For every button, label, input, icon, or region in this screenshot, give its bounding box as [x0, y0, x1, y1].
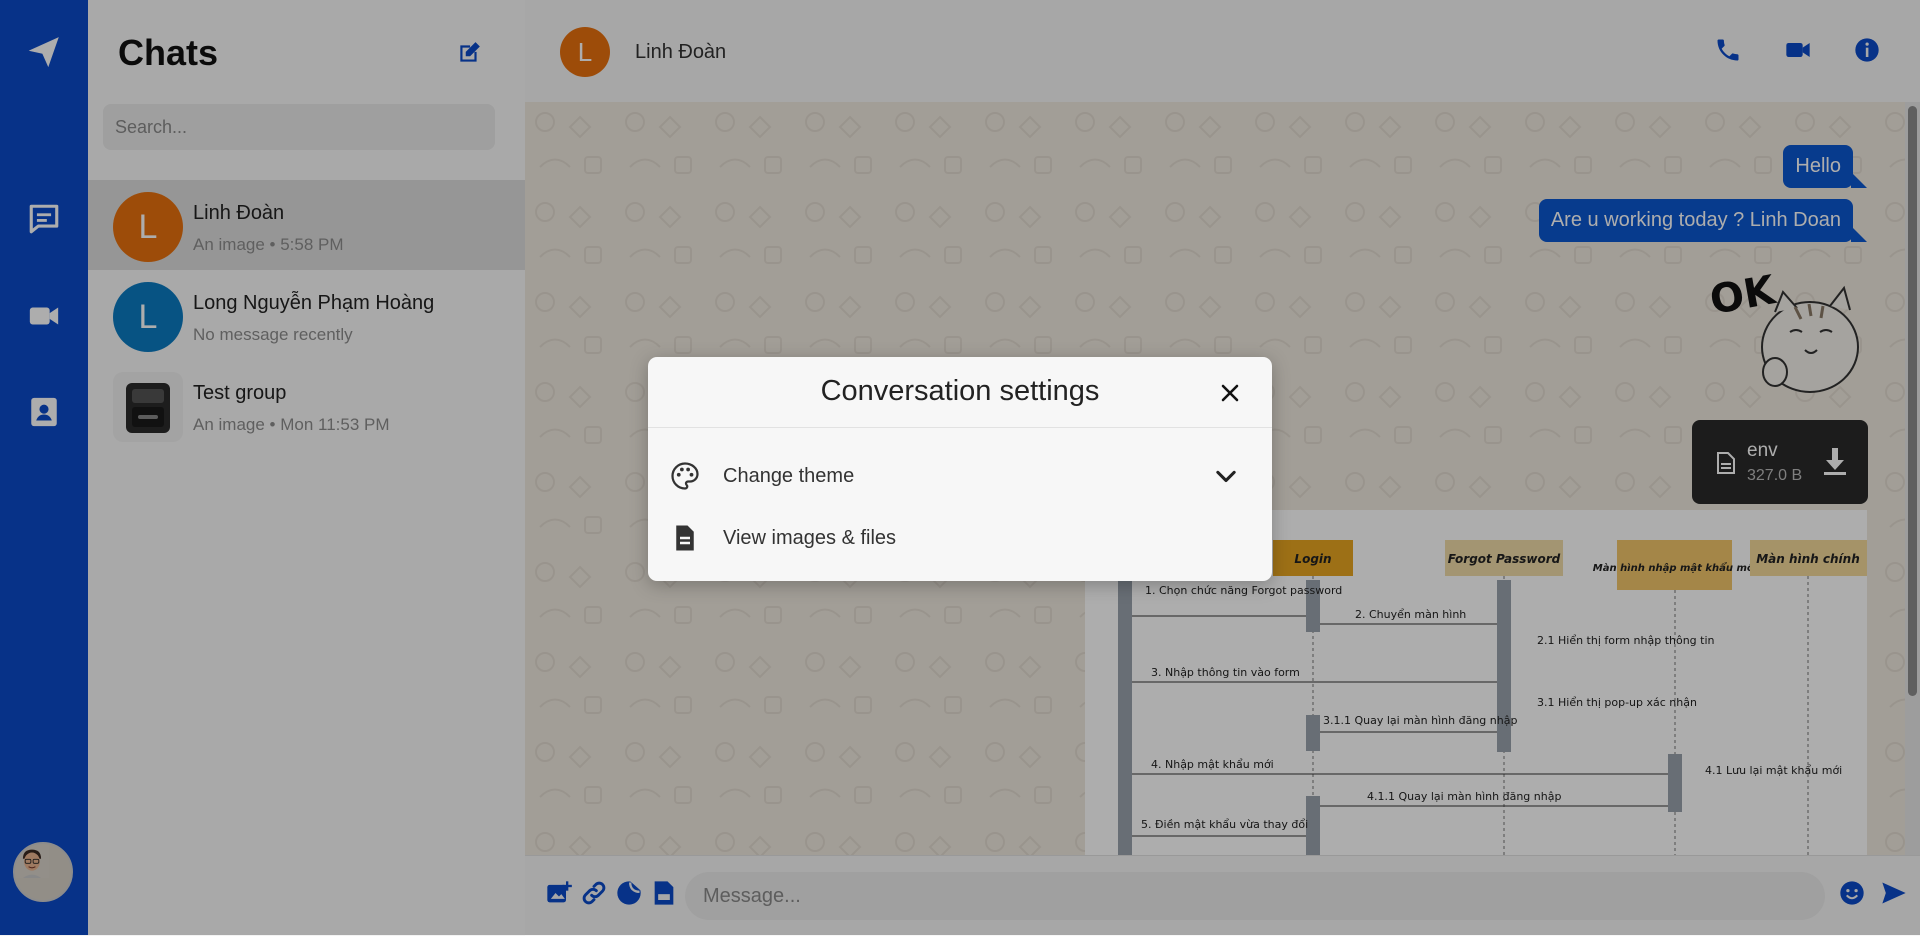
- modal-divider: [648, 427, 1272, 428]
- change-theme-option[interactable]: Change theme: [670, 453, 1250, 497]
- view-images-files-option[interactable]: View images & files: [670, 515, 1250, 559]
- view-images-files-label: View images & files: [723, 527, 897, 549]
- conversation-settings-modal: Conversation settings Change theme View …: [648, 357, 1272, 581]
- document-icon: [676, 525, 694, 551]
- change-theme-label: Change theme: [723, 465, 855, 487]
- app-root: Chats L Linh Đoàn An image • 5:58 PM L L…: [0, 0, 1920, 936]
- palette-icon: [671, 462, 699, 490]
- modal-title: Conversation settings: [820, 375, 1100, 407]
- chevron-down-icon[interactable]: [1212, 463, 1240, 491]
- close-icon[interactable]: [1216, 379, 1244, 407]
